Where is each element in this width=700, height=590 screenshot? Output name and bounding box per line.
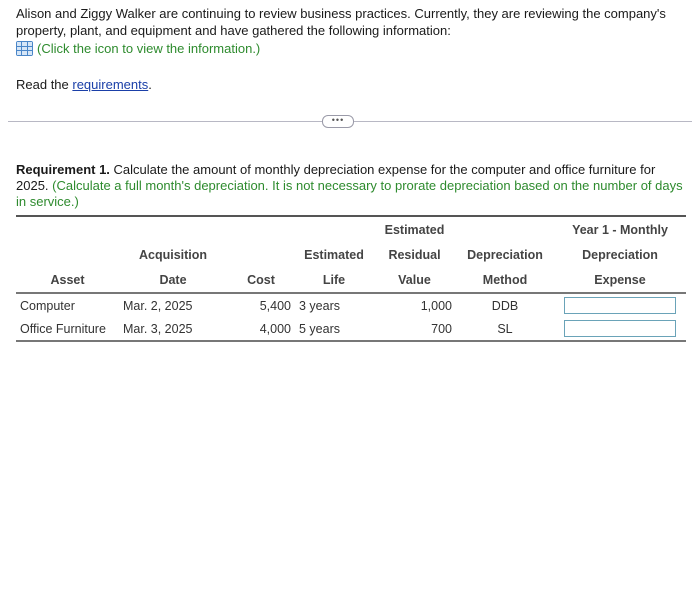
header-cell: Estimated (384, 222, 445, 237)
info-link[interactable]: (Click the icon to view the information.… (37, 41, 260, 56)
read-prefix: Read the (16, 77, 73, 92)
info-line: (Click the icon to view the information.… (16, 41, 260, 56)
life-cell: 5 years (295, 317, 373, 342)
header-cell (295, 216, 373, 242)
asset-cell: Computer (20, 298, 75, 313)
read-suffix: . (148, 77, 152, 92)
header-cell: Depreciation (582, 247, 658, 262)
header-asset: Asset (16, 267, 119, 294)
requirement-text: Requirement 1. Calculate the amount of m… (16, 162, 686, 210)
header-date: Date (119, 267, 227, 294)
read-requirements: Read the requirements. (16, 77, 152, 92)
expense-cell (554, 317, 686, 342)
asset-cell: Office Furniture (16, 317, 119, 342)
requirements-link[interactable]: requirements (72, 77, 148, 92)
computer-expense-input[interactable] (564, 297, 676, 314)
header-row-2: Acquisition Estimated Residual Depreciat… (16, 242, 686, 267)
header-cost: Cost (227, 267, 295, 294)
header-cell: Depreciation (467, 247, 543, 262)
method-cell: SL (456, 317, 554, 342)
requirement-label: Requirement 1. (16, 162, 110, 177)
header-method: Method (456, 267, 554, 294)
header-cell: Year 1 - Monthly (572, 222, 668, 237)
header-cell (16, 242, 119, 267)
cost-cell: 5,400 (259, 298, 291, 313)
header-cell: Residual (388, 247, 441, 262)
date-cell: Mar. 2, 2025 (123, 298, 193, 313)
header-life: Life (295, 267, 373, 294)
header-cell (456, 216, 554, 242)
table-row: Computer Mar. 2, 2025 5,400 3 years 1,00… (16, 293, 686, 317)
header-row-3: Asset Date Cost Life Value Method Expens… (16, 267, 686, 294)
header-cell (119, 216, 227, 242)
residual-cell: 1,000 (420, 298, 452, 313)
header-cell (16, 216, 119, 242)
expand-button[interactable]: ••• (322, 115, 354, 128)
header-expense: Expense (554, 267, 686, 294)
header-cell: Acquisition (138, 247, 208, 262)
requirement-note: (Calculate a full month's depreciation. … (16, 178, 683, 209)
method-cell: DDB (491, 298, 519, 313)
intro-text: Alison and Ziggy Walker are continuing t… (16, 6, 666, 38)
header-cell (227, 242, 295, 267)
header-row-1: Estimated Year 1 - Monthly (16, 216, 686, 242)
header-cell (227, 216, 295, 242)
table-row: Office Furniture Mar. 3, 2025 4,000 5 ye… (16, 317, 686, 342)
cost-cell: 4,000 (227, 317, 295, 342)
expense-cell (554, 293, 686, 317)
header-residual: Value (373, 267, 456, 294)
furniture-expense-input[interactable] (564, 320, 676, 337)
life-cell: 3 years (299, 298, 340, 313)
table-grid-icon[interactable] (16, 41, 33, 56)
header-cell: Estimated (304, 247, 364, 262)
date-cell: Mar. 3, 2025 (119, 317, 227, 342)
residual-cell: 700 (373, 317, 456, 342)
depreciation-table: Estimated Year 1 - Monthly Acquisition E… (16, 215, 686, 342)
